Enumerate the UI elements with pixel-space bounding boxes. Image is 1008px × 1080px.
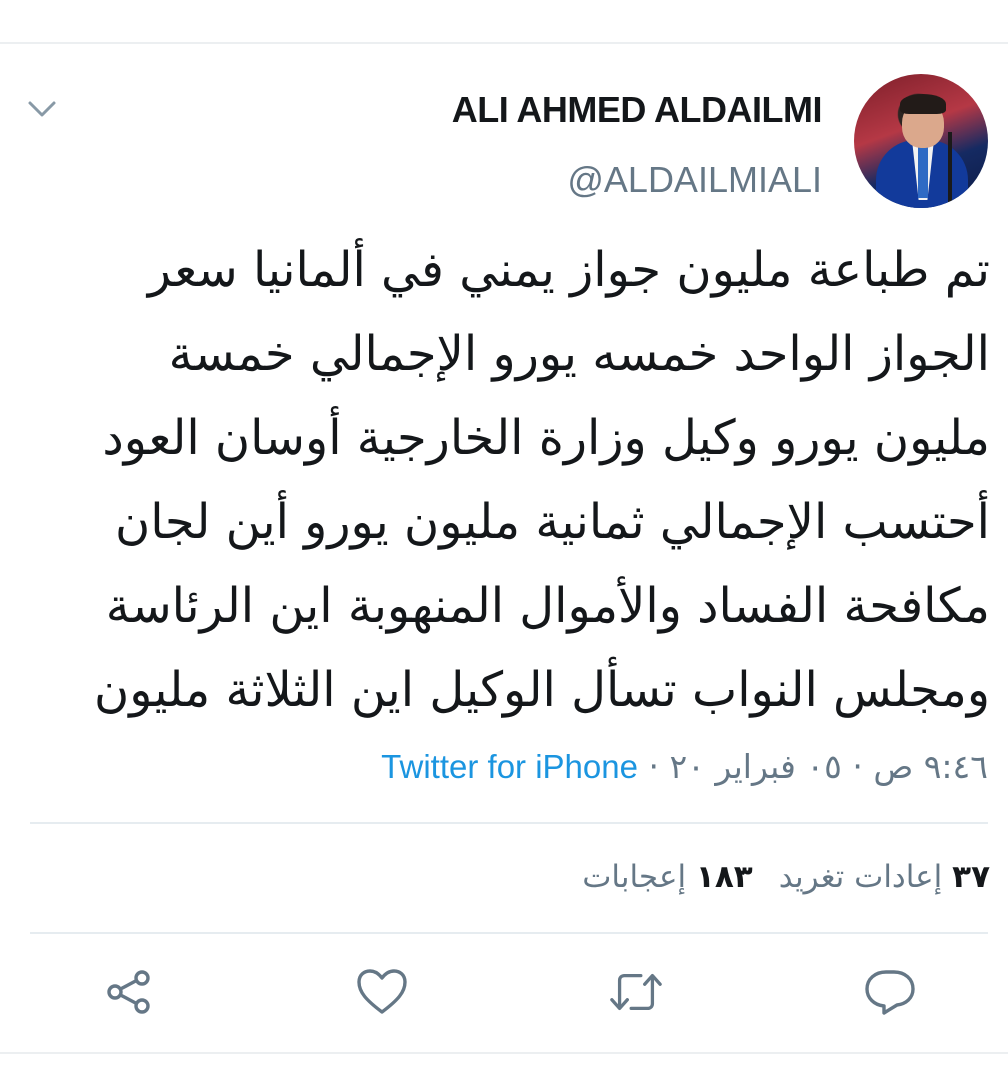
divider	[30, 822, 988, 824]
tweet-date: ٠٥ فبراير ٢٠	[669, 747, 842, 786]
meta-separator: ·	[637, 747, 670, 786]
avatar-microphone	[948, 132, 952, 202]
likes-label: إعجابات	[582, 859, 687, 895]
tweet-meta: ٩:٤٦ ص · ٠٥ فبراير ٢٠ · Twitter for iPho…	[381, 742, 988, 792]
tweet-line: ومجلس النواب تسأل الوكيل اين الثلاثة ملي…	[94, 662, 990, 718]
top-divider	[0, 42, 1008, 44]
reply-icon[interactable]	[862, 964, 918, 1020]
retweets-stat[interactable]: ٣٧ إعادات تغريد	[779, 859, 990, 895]
heart-icon[interactable]	[354, 964, 410, 1020]
meta-separator: ·	[841, 747, 874, 786]
author-handle[interactable]: @ALDAILMIALI	[452, 154, 822, 206]
tweet-line: أحتسب الإجمالي ثمانية مليون يورو أين لجا…	[114, 494, 990, 550]
likes-count: ١٨٣	[695, 859, 753, 895]
tweet-text: تم طباعة مليون جواز يمني في ألمانيا سعر …	[60, 228, 990, 732]
tweet-stats: ٣٧ إعادات تغريد ١٨٣ إعجابات	[582, 852, 990, 902]
share-icon[interactable]	[101, 964, 157, 1020]
avatar[interactable]	[854, 74, 988, 208]
divider	[30, 932, 988, 934]
author-block[interactable]: ALI AHMED ALDAILMI @ALDAILMIALI	[452, 84, 823, 206]
author-display-name[interactable]: ALI AHMED ALDAILMI	[452, 84, 823, 136]
bottom-divider	[0, 1052, 1008, 1054]
tweet-time: ٩:٤٦ ص	[873, 747, 988, 786]
tweet-line: الجواز الواحد خمسه يورو الإجمالي خمسة	[168, 326, 990, 382]
avatar-hair	[900, 94, 946, 114]
retweets-label: إعادات تغريد	[778, 859, 943, 895]
chevron-down-icon[interactable]	[24, 94, 60, 124]
tweet-line: تم طباعة مليون جواز يمني في ألمانيا سعر	[147, 242, 990, 298]
retweet-icon[interactable]	[608, 964, 664, 1020]
tweet-source-link[interactable]: Twitter for iPhone	[381, 748, 638, 785]
avatar-tie	[918, 146, 928, 198]
tweet-line: مليون يورو وكيل وزارة الخارجية أوسان الع…	[102, 410, 990, 466]
tweet-line: مكافحة الفساد والأموال المنهوبة اين الرئ…	[105, 578, 990, 634]
retweets-count: ٣٧	[952, 859, 990, 895]
likes-stat[interactable]: ١٨٣ إعجابات	[582, 859, 752, 895]
